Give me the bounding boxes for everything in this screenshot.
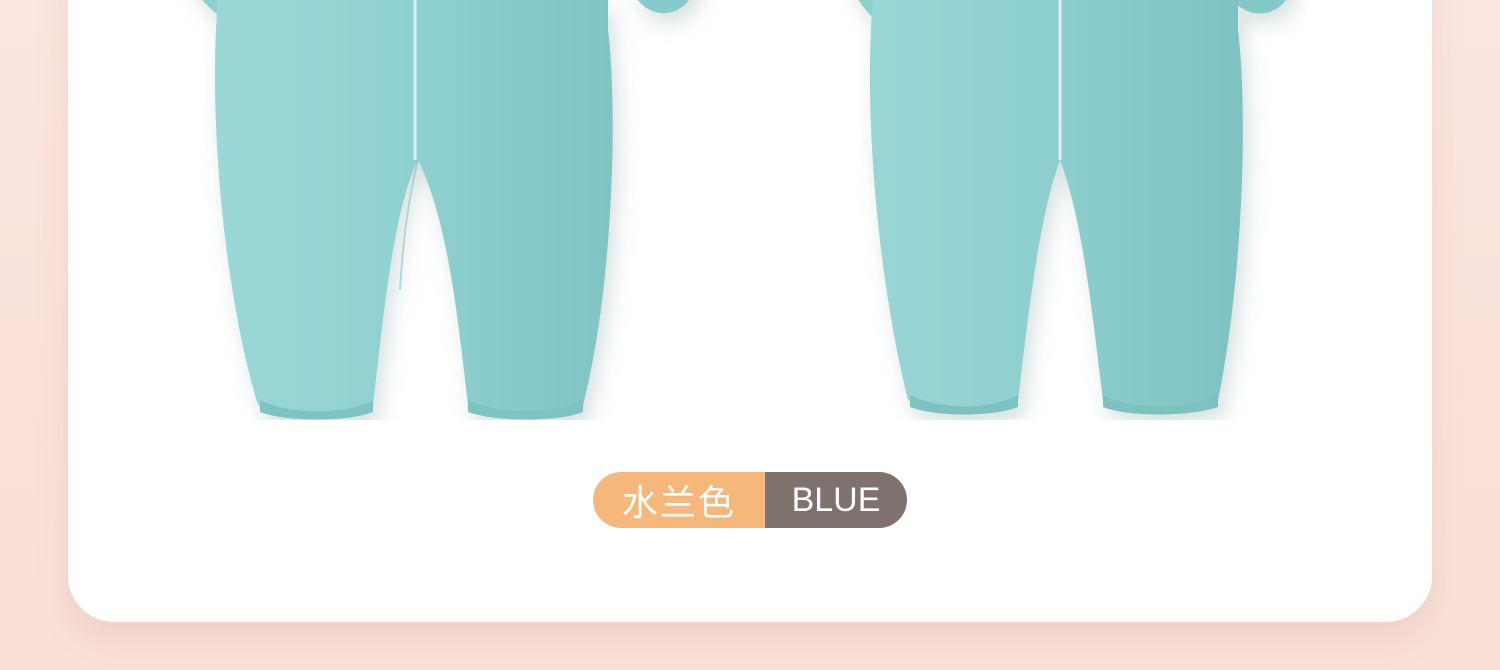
color-name-cn: 水兰色 <box>593 472 765 528</box>
product-image-left <box>168 0 728 420</box>
romper-front-illustration <box>202 0 689 420</box>
product-card <box>68 0 1432 622</box>
romper-back-illustration <box>858 0 1286 415</box>
color-badge: 水兰色 BLUE <box>593 472 907 528</box>
color-name-en: BLUE <box>765 472 907 528</box>
product-image-right <box>828 0 1308 420</box>
